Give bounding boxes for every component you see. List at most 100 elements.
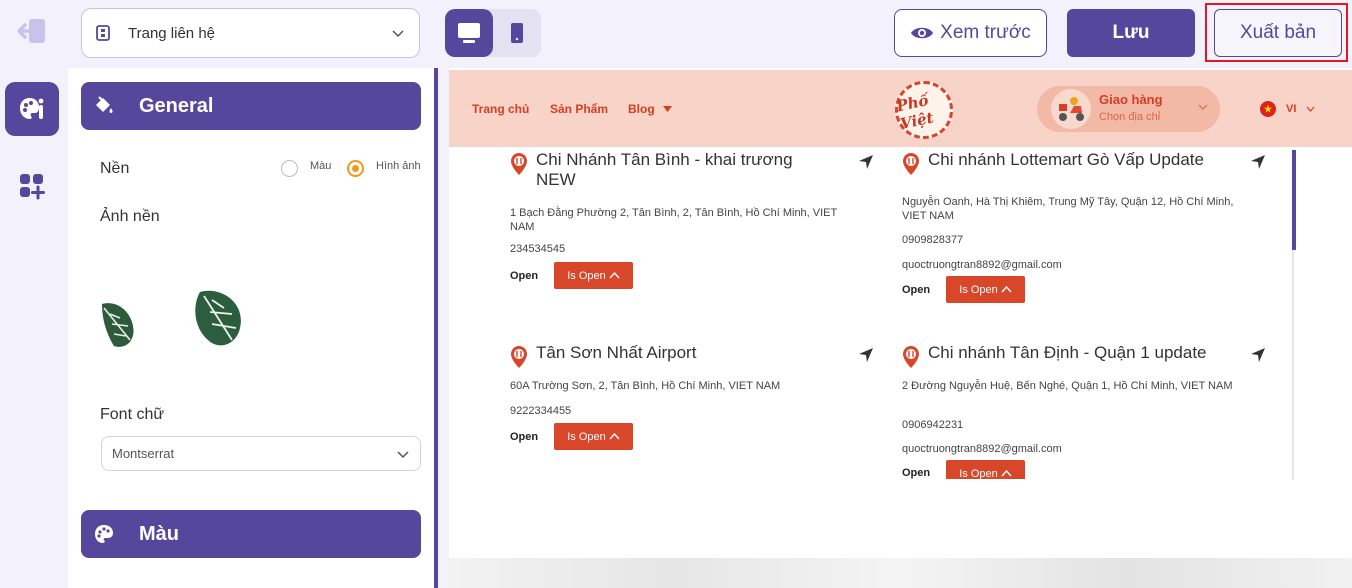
branch-address: 60A Trường Sơn, 2, Tân Bình, Hồ Chí Minh…: [510, 380, 781, 392]
background-image-radio[interactable]: [347, 160, 364, 177]
desktop-icon: [458, 23, 480, 43]
preview-button-label: Xem trước: [940, 22, 1031, 43]
branch-address: 1 Bạch Đằng Phường 2, Tân Bình, 2, Tân B…: [510, 207, 838, 233]
branch-open-label: Open: [510, 431, 539, 443]
location-pin-icon: [511, 153, 527, 175]
delivery-scooter-icon: [1051, 89, 1091, 129]
chevron-up-icon: [1001, 286, 1012, 293]
general-section-title: General: [139, 94, 214, 117]
language-code: VI: [1286, 103, 1297, 115]
font-select-value: Montserrat: [112, 446, 175, 461]
background-label: Nền: [100, 160, 130, 177]
branch-status-button[interactable]: Is Open: [946, 276, 1025, 303]
site-header: Trang chủ Sản Phẩm Blog Phố Việt Giao hà…: [449, 70, 1352, 147]
desktop-view-button[interactable]: [445, 9, 493, 57]
branch-card: Chi nhánh Tân Định - Quận 1 update 2 Đườ…: [902, 343, 1272, 479]
branch-status-label: Is Open: [959, 283, 998, 296]
chevron-down-icon: [397, 450, 409, 458]
top-bar: Trang liên hệ Xem trước Lưu Xuất bản: [0, 0, 1352, 68]
branch-list-scrollbar[interactable]: [1292, 150, 1296, 250]
site-logo-text: Phố Việt: [894, 91, 936, 134]
nav-home[interactable]: Trang chủ: [472, 102, 529, 116]
branch-email: quoctruongtran8892@gmail.com: [902, 259, 1062, 271]
directions-icon[interactable]: [1250, 347, 1266, 363]
branch-phone: 9222334455: [510, 405, 572, 417]
delivery-subtitle: Chọn địa chỉ: [1099, 111, 1161, 123]
branch-name: Chi nhánh Lottemart Gò Vấp Update: [928, 150, 1204, 169]
monstera-leaf-image: [102, 290, 241, 347]
background-image-label-heading: Ảnh nền: [100, 208, 160, 225]
branch-status-button[interactable]: Is Open: [554, 262, 633, 289]
branch-open-label: Open: [902, 467, 931, 479]
preview-button[interactable]: Xem trước: [894, 9, 1047, 57]
palette-icon: [93, 523, 115, 545]
location-pin-icon: [903, 346, 919, 368]
page-icon: [96, 24, 114, 42]
branch-card: Chi nhánh Lottemart Gò Vấp Update Nguyễn…: [902, 150, 1272, 303]
settings-panel: General Nền Màu Hình ảnh Ảnh nền Font ch…: [68, 68, 434, 588]
vietnam-flag-icon: ★: [1260, 101, 1276, 117]
site-preview: Trang chủ Sản Phẩm Blog Phố Việt Giao hà…: [449, 68, 1352, 588]
page-select[interactable]: Trang liên hệ: [81, 8, 420, 58]
add-block-icon: [20, 174, 45, 200]
branch-status-button[interactable]: Is Open: [554, 423, 633, 450]
branch-name: Tân Sơn Nhất Airport: [536, 343, 697, 362]
language-selector[interactable]: ★ VI: [1260, 101, 1315, 117]
chevron-down-icon: [1198, 104, 1208, 110]
save-button-label: Lưu: [1112, 22, 1150, 43]
font-select[interactable]: Montserrat: [101, 436, 421, 471]
paint-bucket-icon: [93, 95, 115, 117]
branch-list: Chi Nhánh Tân Bình - khai trương NEW 1 B…: [449, 147, 1299, 479]
icon-rail: [0, 68, 68, 588]
location-pin-icon: [903, 153, 919, 175]
nav-blog[interactable]: Blog: [628, 102, 655, 116]
background-image-label: Hình ảnh: [376, 160, 421, 172]
branch-phone: 234534545: [510, 243, 566, 255]
directions-icon[interactable]: [1250, 154, 1266, 170]
caret-down-icon: [663, 106, 672, 112]
branch-status-label: Is Open: [567, 269, 606, 282]
color-section-header[interactable]: Màu: [81, 510, 421, 558]
general-section-header[interactable]: General: [81, 82, 421, 130]
save-button[interactable]: Lưu: [1067, 9, 1195, 57]
directions-icon[interactable]: [858, 347, 874, 363]
branch-status-label: Is Open: [959, 467, 998, 480]
branch-open-label: Open: [902, 284, 931, 296]
eye-icon: [911, 27, 934, 39]
site-logo[interactable]: Phố Việt: [895, 81, 953, 139]
branch-name: Chi Nhánh Tân Bình - khai trương NEW: [536, 150, 793, 189]
branch-phone: 0909828377: [902, 234, 964, 246]
footer-background: [449, 558, 1352, 588]
exit-editor-button[interactable]: [12, 14, 52, 48]
exit-icon: [17, 19, 45, 43]
branch-address: 2 Đường Nguyễn Huệ, Bến Nghé, Quận 1, Hồ…: [902, 380, 1233, 392]
palette-settings-icon: [20, 98, 44, 119]
page-select-value: Trang liên hệ: [128, 24, 215, 42]
branch-card: Chi Nhánh Tân Bình - khai trương NEW 1 B…: [510, 150, 880, 290]
mobile-icon: [511, 23, 523, 43]
font-label: Font chữ: [100, 406, 165, 423]
nav-products[interactable]: Sản Phẩm: [550, 102, 608, 116]
background-color-label: Màu: [310, 160, 332, 172]
mobile-view-button[interactable]: [493, 9, 541, 57]
background-image-preview[interactable]: [100, 288, 250, 353]
rail-theme-settings[interactable]: [5, 82, 59, 136]
chevron-down-icon: [1306, 106, 1315, 112]
branch-card: Tân Sơn Nhất Airport 60A Trường Sơn, 2, …: [510, 343, 880, 463]
branch-status-label: Is Open: [567, 430, 606, 443]
device-toggle: [445, 9, 541, 57]
publish-button-label: Xuất bản: [1239, 22, 1317, 43]
chevron-up-icon: [609, 272, 620, 279]
chevron-up-icon: [609, 433, 620, 440]
chevron-down-icon: [392, 30, 404, 38]
delivery-selector[interactable]: Giao hàng Chọn địa chỉ: [1037, 86, 1220, 132]
directions-icon[interactable]: [858, 154, 874, 170]
panel-scrollbar[interactable]: [434, 68, 438, 588]
rail-add-section[interactable]: [5, 159, 59, 213]
publish-button[interactable]: Xuất bản: [1214, 9, 1342, 57]
background-color-radio[interactable]: [281, 160, 298, 177]
color-section-title: Màu: [139, 522, 179, 545]
branch-status-button[interactable]: Is Open: [946, 460, 1025, 479]
branch-name: Chi nhánh Tân Định - Quận 1 update: [928, 343, 1207, 362]
branch-open-label: Open: [510, 270, 539, 282]
